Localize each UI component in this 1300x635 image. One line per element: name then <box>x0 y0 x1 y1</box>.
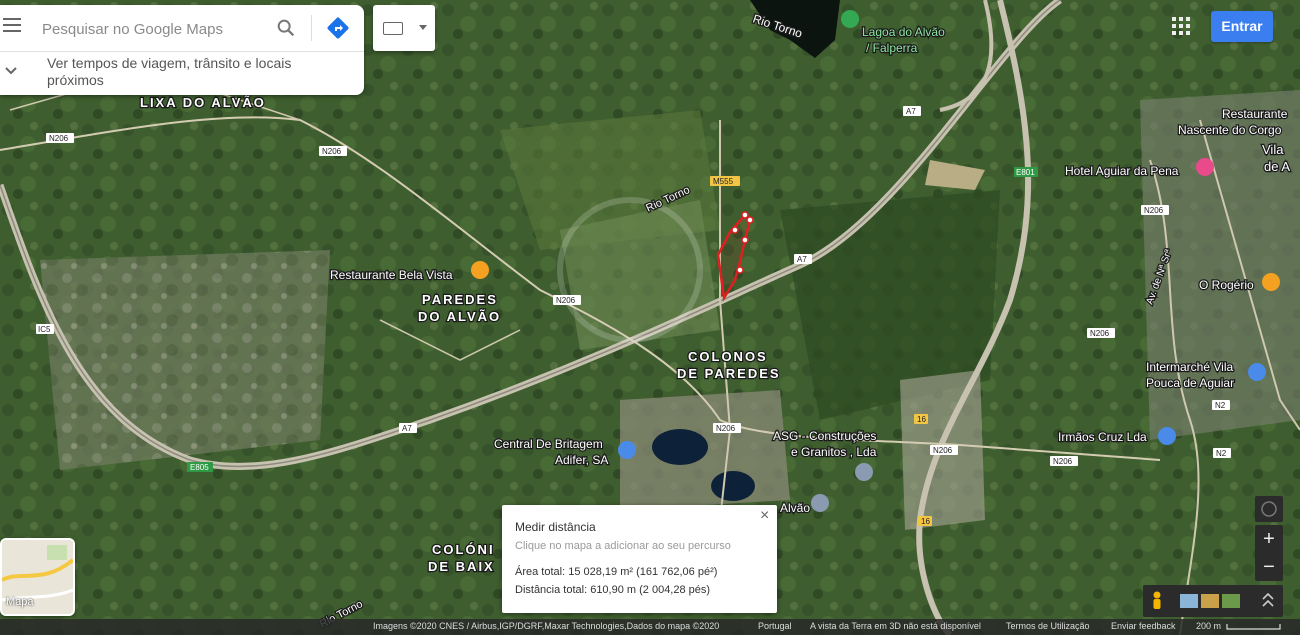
svg-text:16: 16 <box>917 415 926 424</box>
input-tools-button[interactable] <box>373 5 435 51</box>
measure-area: Área total: 15 028,19 m² (161 762,06 pé²… <box>515 566 718 578</box>
apps-grid-icon[interactable] <box>1171 16 1191 36</box>
divider <box>311 15 312 41</box>
place-label-colonia-2: DE BAIX <box>428 559 495 574</box>
map-layer-toggle[interactable]: Mapa <box>0 538 75 616</box>
close-button[interactable]: × <box>760 507 769 525</box>
svg-text:M555: M555 <box>713 177 734 186</box>
place-label-paredes-2: DO ALVÃO <box>418 309 501 324</box>
svg-text:N2: N2 <box>1216 449 1227 458</box>
terms-link[interactable]: Termos de Utilização <box>1006 621 1090 631</box>
svg-text:Alvão: Alvão <box>780 501 810 515</box>
scale-label[interactable]: 200 m <box>1196 621 1221 631</box>
layers-bar <box>1143 585 1283 617</box>
svg-text:Adifer, SA: Adifer, SA <box>555 453 608 467</box>
chevron-down-icon <box>5 67 17 75</box>
zoom-controls: + − <box>1255 525 1283 581</box>
keyboard-icon <box>383 22 403 35</box>
svg-text:16: 16 <box>921 517 930 526</box>
compass-icon <box>1261 501 1277 517</box>
svg-text:Restaurante: Restaurante <box>1222 107 1288 121</box>
search-panel: Ver tempos de viagem, trânsito e locais … <box>0 5 364 95</box>
svg-text:N206: N206 <box>322 147 342 156</box>
svg-text:Pouca de Aguiar: Pouca de Aguiar <box>1146 376 1234 390</box>
place-label-colonos: COLONOS <box>688 349 768 364</box>
compass-control[interactable] <box>1255 496 1283 522</box>
road-sign-m555: M555 <box>710 176 740 186</box>
svg-text:/ Falperra: / Falperra <box>866 41 918 55</box>
measure-hint: Clique no mapa a adicionar ao seu percur… <box>515 540 731 552</box>
layer-thumb-1[interactable] <box>1180 594 1198 608</box>
svg-text:e Granitos , Lda: e Granitos , Lda <box>791 445 877 459</box>
imagery-attribution: Imagens ©2020 CNES / Airbus,IGP/DGRF,Max… <box>373 621 720 631</box>
search-row <box>0 5 364 52</box>
measure-title: Medir distância <box>515 520 596 534</box>
svg-text:N206: N206 <box>933 446 953 455</box>
travel-times-toggle[interactable]: Ver tempos de viagem, trânsito e locais … <box>0 52 364 95</box>
place-label-paredes: PAREDES <box>422 292 498 307</box>
3d-notice: A vista da Terra em 3D não está disponív… <box>810 621 981 631</box>
svg-text:N206: N206 <box>1144 206 1164 215</box>
svg-text:N2: N2 <box>1215 401 1226 410</box>
svg-text:Restaurante Bela Vista: Restaurante Bela Vista <box>330 268 453 282</box>
svg-text:A7: A7 <box>402 424 412 433</box>
svg-text:N206: N206 <box>716 424 736 433</box>
signin-button[interactable]: Entrar <box>1211 11 1273 42</box>
svg-text:E805: E805 <box>190 463 209 472</box>
svg-text:O Rogério: O Rogério <box>1199 278 1254 292</box>
measure-distance-panel: × Medir distância Clique no mapa a adici… <box>502 505 777 613</box>
svg-text:N206: N206 <box>49 134 69 143</box>
search-input[interactable] <box>40 13 264 45</box>
svg-text:ASG - Construções: ASG - Construções <box>773 429 876 443</box>
directions-icon[interactable] <box>326 16 350 40</box>
measure-distance: Distância total: 610,90 m (2 004,28 pés) <box>515 584 711 596</box>
place-label-vila: Vila <box>1262 142 1284 157</box>
place-label-vila-2: de A <box>1264 159 1290 174</box>
svg-text:Central De Britagem: Central De Britagem <box>494 437 603 451</box>
zoom-out-button[interactable]: − <box>1255 553 1283 581</box>
svg-text:Irmãos Cruz Lda: Irmãos Cruz Lda <box>1058 430 1147 444</box>
svg-text:Lagoa do Alvão: Lagoa do Alvão <box>862 25 945 39</box>
svg-text:Intermarché Vila: Intermarché Vila <box>1146 360 1233 374</box>
svg-text:A7: A7 <box>797 255 807 264</box>
svg-text:Hotel Aguiar da Pena: Hotel Aguiar da Pena <box>1065 164 1179 178</box>
country-label[interactable]: Portugal <box>758 621 792 631</box>
layer-thumb-2[interactable] <box>1201 594 1219 608</box>
travel-times-text: Ver tempos de viagem, trânsito e locais … <box>47 55 292 88</box>
menu-icon[interactable] <box>3 18 21 32</box>
road-sign-e805: E805 <box>187 462 213 472</box>
search-icon[interactable] <box>275 17 297 39</box>
expand-up-icon[interactable] <box>1262 592 1274 607</box>
scale-bar <box>1226 624 1281 630</box>
place-label-colonia: COLÓNI <box>432 542 495 557</box>
svg-text:IC5: IC5 <box>38 325 51 334</box>
road-sign-e801: E801 <box>1014 167 1038 177</box>
pegman-icon[interactable] <box>1153 591 1161 610</box>
svg-text:Nascente do Corgo: Nascente do Corgo <box>1178 123 1282 137</box>
place-label-lixa: LIXA DO ALVÃO <box>140 95 266 110</box>
place-label-colonos-2: DE PAREDES <box>677 366 781 381</box>
road-sign-ic5: IC5 <box>36 324 54 334</box>
svg-text:N206: N206 <box>1053 457 1073 466</box>
svg-text:E801: E801 <box>1016 168 1035 177</box>
caret-down-icon[interactable] <box>419 25 427 30</box>
map-footer: Imagens ©2020 CNES / Airbus,IGP/DGRF,Max… <box>0 619 1300 635</box>
svg-text:N206: N206 <box>1090 329 1110 338</box>
zoom-in-button[interactable]: + <box>1255 525 1283 553</box>
svg-text:A7: A7 <box>906 107 916 116</box>
svg-text:N206: N206 <box>556 296 576 305</box>
layer-thumb-3[interactable] <box>1222 594 1240 608</box>
layer-label: Mapa <box>6 596 34 608</box>
feedback-link[interactable]: Enviar feedback <box>1111 621 1176 631</box>
